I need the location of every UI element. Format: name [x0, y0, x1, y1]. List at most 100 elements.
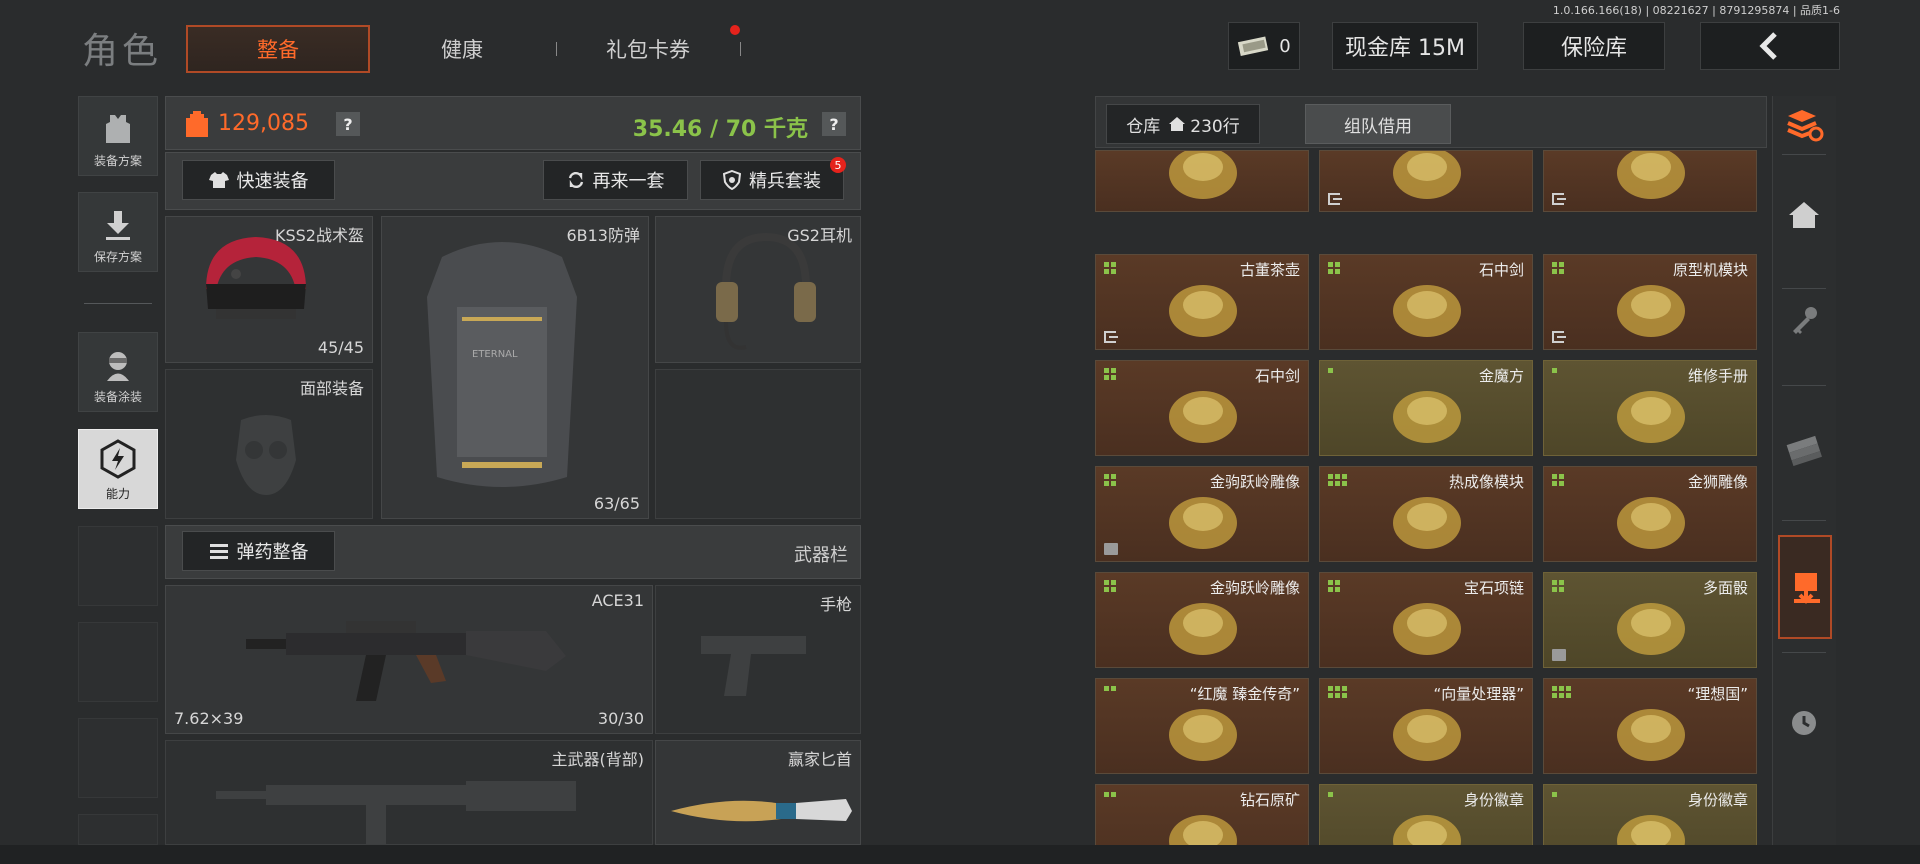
item-size-icon	[1104, 368, 1116, 380]
secondary-weapon-slot[interactable]: 主武器(背部)	[165, 740, 653, 845]
warehouse-tab[interactable]: 仓库 230行	[1106, 104, 1260, 144]
warehouse-item[interactable]: 钻石原矿	[1095, 784, 1309, 845]
warehouse-item[interactable]: 石中剑	[1319, 254, 1533, 350]
insurance-button[interactable]: 保险库	[1523, 22, 1665, 70]
armor-image: ETERNAL	[427, 242, 577, 487]
rail-import-button[interactable]	[1778, 535, 1832, 639]
elite-set-button[interactable]: 精兵套装	[700, 160, 844, 200]
item-image	[1169, 285, 1237, 337]
loadout-summary-bar: 129,085 ? 35.46 / 70 千克 ?	[165, 96, 861, 150]
item-image	[1617, 815, 1685, 845]
notification-dot	[730, 25, 740, 35]
warehouse-item[interactable]	[1319, 150, 1533, 212]
nav-save-plan[interactable]: 保存方案	[78, 192, 158, 272]
stack-sort-icon	[1787, 110, 1824, 142]
warehouse-item[interactable]	[1543, 150, 1757, 212]
back-button[interactable]	[1700, 22, 1840, 70]
rail-sort-button[interactable]	[1772, 100, 1836, 150]
secondary-weapon-label: 主武器(背部)	[551, 750, 645, 769]
item-image	[1617, 151, 1685, 199]
item-size-icon	[1552, 792, 1557, 797]
warehouse-rows: 230行	[1190, 116, 1240, 137]
warehouse-item[interactable]: “向量处理器”	[1319, 678, 1533, 774]
download-icon	[106, 211, 130, 240]
page-title: 角色	[82, 31, 163, 72]
help-button[interactable]: ?	[336, 112, 360, 136]
tab-health[interactable]: 健康	[370, 25, 554, 73]
helmet-slot[interactable]: KSS2战术盔 45/45	[165, 216, 373, 363]
warehouse-item[interactable]: 身份徽章	[1319, 784, 1533, 845]
cash-warehouse-button[interactable]: 现金库 15M	[1332, 22, 1478, 70]
nav-gear-skin[interactable]: 装备涂装	[78, 332, 158, 412]
armor-name: 6B13防弹	[566, 226, 640, 245]
nav-gear-plan[interactable]: 装备方案	[78, 96, 158, 176]
item-name: 金狮雕像	[1687, 473, 1748, 491]
nav-empty-slot[interactable]	[78, 526, 158, 606]
item-image	[1393, 815, 1461, 845]
nav-ability[interactable]: 能力	[78, 429, 158, 509]
item-image	[1169, 709, 1237, 761]
shield-icon	[723, 170, 741, 190]
home-icon	[1169, 117, 1186, 131]
refresh-icon	[568, 171, 583, 189]
warehouse-item[interactable]	[1095, 150, 1309, 212]
weight-help-button[interactable]: ?	[822, 112, 846, 136]
rail-home-button[interactable]	[1772, 190, 1836, 240]
item-image	[1393, 497, 1461, 549]
rail-history-button[interactable]	[1772, 700, 1836, 746]
item-image	[1169, 603, 1237, 655]
currency-display[interactable]: 0	[1228, 22, 1300, 70]
warehouse-item[interactable]: 热成像模块	[1319, 466, 1533, 562]
nav-label: 能力	[105, 487, 130, 501]
warehouse-item[interactable]: 金驹跃岭雕像	[1095, 466, 1309, 562]
nav-label: 装备涂装	[93, 390, 142, 404]
tab-gear[interactable]: 整备	[186, 25, 370, 73]
ammo-equip-label: 弹药整备	[236, 542, 309, 563]
quick-equip-button[interactable]: 快速装备	[182, 160, 335, 200]
empty-gear-slot[interactable]	[655, 369, 861, 519]
warehouse-grid: 古董茶壶 石中剑 原型机模块 石中剑 金魔方 维修手册 金驹跃岭雕像 热成像模块 金狮雕像 金驹跃…	[1095, 150, 1767, 845]
item-name: 金驹跃岭雕像	[1209, 579, 1300, 597]
warehouse-item[interactable]: 原型机模块	[1543, 254, 1757, 350]
armor-slot[interactable]: ETERNAL 6B13防弹 63/65	[381, 216, 649, 519]
rifle-silhouette-icon	[216, 781, 576, 844]
warehouse-item[interactable]: “理想国”	[1543, 678, 1757, 774]
team-borrow-tab[interactable]: 组队借用	[1305, 104, 1451, 144]
item-image	[1169, 497, 1237, 549]
nav-divider	[84, 303, 152, 304]
rail-cash-button[interactable]	[1772, 425, 1836, 475]
nav-empty-slot[interactable]	[78, 622, 158, 702]
headset-slot[interactable]: GS2耳机	[655, 216, 861, 363]
item-name: “红魔 臻金传奇”	[1189, 685, 1300, 703]
primary-weapon-slot[interactable]: ACE31 7.62×39 30/30	[165, 585, 653, 734]
rail-key-button[interactable]	[1772, 295, 1836, 345]
item-name: 宝石项链	[1463, 579, 1524, 597]
item-size-icon	[1552, 474, 1564, 486]
warehouse-item[interactable]: 宝石项链	[1319, 572, 1533, 668]
item-size-icon	[1104, 262, 1116, 274]
clock-icon	[1792, 711, 1816, 735]
tab-gift-coupons[interactable]: 礼包卡券	[556, 25, 740, 73]
warehouse-item[interactable]: 维修手册	[1543, 360, 1757, 456]
warehouse-item[interactable]: 金驹跃岭雕像	[1095, 572, 1309, 668]
ammo-equip-button[interactable]: 弹药整备	[182, 531, 335, 571]
again-button[interactable]: 再来一套	[543, 160, 688, 200]
warehouse-item[interactable]: 石中剑	[1095, 360, 1309, 456]
warehouse-item[interactable]: 金狮雕像	[1543, 466, 1757, 562]
nav-empty-slot[interactable]	[78, 718, 158, 798]
item-size-icon	[1328, 686, 1347, 698]
item-image	[1393, 603, 1461, 655]
warehouse-item[interactable]: 身份徽章	[1543, 784, 1757, 845]
pistol-slot[interactable]: 手枪	[655, 585, 861, 734]
warehouse-item[interactable]: 古董茶壶	[1095, 254, 1309, 350]
face-slot[interactable]: 面部装备	[165, 369, 373, 519]
knife-slot[interactable]: 赢家匕首	[655, 740, 861, 845]
warehouse-item[interactable]: 多面骰	[1543, 572, 1757, 668]
warehouse-item[interactable]: “红魔 臻金传奇”	[1095, 678, 1309, 774]
soldier-icon	[107, 352, 129, 381]
warehouse-item[interactable]: 金魔方	[1319, 360, 1533, 456]
bottom-strip	[0, 845, 1920, 864]
warehouse-tab-label: 仓库	[1126, 116, 1161, 137]
backpack-icon	[186, 111, 208, 137]
nav-empty-slot[interactable]	[78, 814, 158, 845]
